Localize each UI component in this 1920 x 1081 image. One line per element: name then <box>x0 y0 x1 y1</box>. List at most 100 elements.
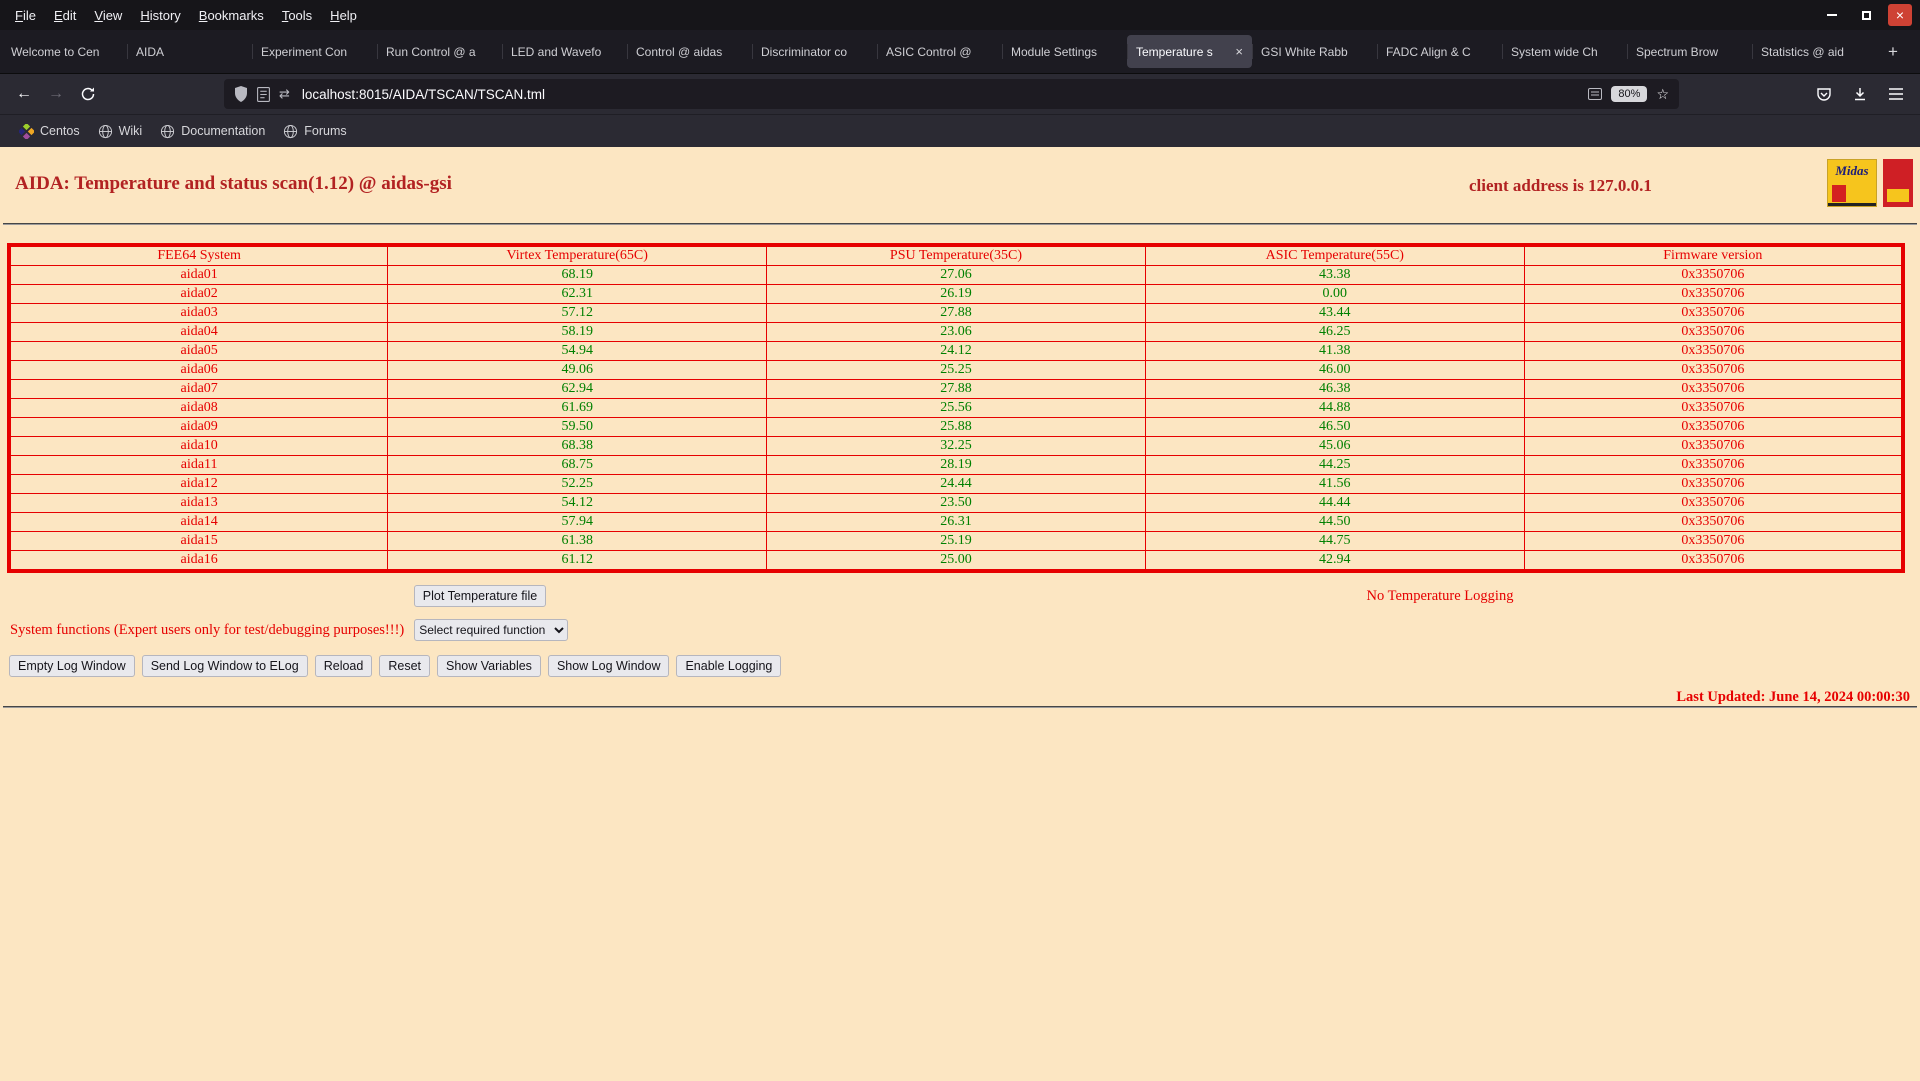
tab-label: ASIC Control @ <box>886 44 972 59</box>
virtex-cell: 62.31 <box>387 284 768 304</box>
column-header-psu-temperature-35c: PSU Temperature(35C) <box>766 244 1146 266</box>
virtex-cell: 57.12 <box>387 303 768 323</box>
menu-file[interactable]: File <box>6 8 45 23</box>
table-row-aida05: aida05 54.94 24.12 41.38 0x3350706 <box>8 341 1904 361</box>
firmware-cell: 0x3350706 <box>1523 512 1904 532</box>
menu-help[interactable]: Help <box>321 8 366 23</box>
tab-asic-control[interactable]: ASIC Control @ <box>877 35 1002 68</box>
downloads-icon[interactable] <box>1844 79 1876 109</box>
table-row-aida06: aida06 49.06 25.25 46.00 0x3350706 <box>8 360 1904 380</box>
zoom-level-button[interactable]: 80% <box>1611 86 1648 102</box>
logging-status: No Temperature Logging <box>1366 588 1514 604</box>
tab-discriminator-co[interactable]: Discriminator co <box>752 35 877 68</box>
system-cell: aida04 <box>8 322 389 342</box>
shield-icon[interactable] <box>234 86 248 102</box>
tab-experiment-con[interactable]: Experiment Con <box>252 35 377 68</box>
midas-logo-text: Midas <box>1835 163 1869 178</box>
plot-button-cell: Plot Temperature file <box>0 585 960 607</box>
tab-module-settings[interactable]: Module Settings <box>1002 35 1127 68</box>
firmware-cell: 0x3350706 <box>1523 284 1904 304</box>
page-title: AIDA: Temperature and status scan(1.12) … <box>15 173 452 194</box>
url-bar[interactable]: ⇄ localhost:8015/AIDA/TSCAN/TSCAN.tml 80… <box>224 79 1679 109</box>
bookmark-star-icon[interactable]: ☆ <box>1656 86 1669 103</box>
action-enable-logging-button[interactable]: Enable Logging <box>676 655 782 677</box>
url-text[interactable]: localhost:8015/AIDA/TSCAN/TSCAN.tml <box>302 87 1580 102</box>
virtex-cell: 68.19 <box>387 265 768 285</box>
action-empty-log-window-button[interactable]: Empty Log Window <box>9 655 135 677</box>
menu-bookmarks[interactable]: Bookmarks <box>190 8 273 23</box>
menu-view[interactable]: View <box>85 8 131 23</box>
back-button[interactable]: ← <box>8 79 40 109</box>
action-show-variables-button[interactable]: Show Variables <box>437 655 541 677</box>
bookmark-forums[interactable]: Forums <box>274 119 355 143</box>
forward-button[interactable]: → <box>40 79 72 109</box>
logos: Midas <box>1827 159 1913 207</box>
system-cell: aida16 <box>8 550 389 572</box>
tab-run-control-a[interactable]: Run Control @ a <box>377 35 502 68</box>
tab-welcome-to-cen[interactable]: Welcome to Cen <box>2 35 127 68</box>
psu-cell: 25.56 <box>766 398 1146 418</box>
asic-cell: 42.94 <box>1144 550 1525 572</box>
table-row-aida07: aida07 62.94 27.88 46.38 0x3350706 <box>8 379 1904 399</box>
menu-hamburger-icon[interactable] <box>1880 79 1912 109</box>
asic-cell: 44.88 <box>1144 398 1525 418</box>
swap-arrows-icon[interactable]: ⇄ <box>279 86 290 102</box>
close-button[interactable]: × <box>1888 4 1912 26</box>
action-send-log-window-to-elog-button[interactable]: Send Log Window to ELog <box>141 655 308 677</box>
tab-led-and-wavefo[interactable]: LED and Wavefo <box>502 35 627 68</box>
psu-cell: 25.19 <box>766 531 1146 551</box>
page-info-icon[interactable] <box>257 86 270 102</box>
firmware-cell: 0x3350706 <box>1523 341 1904 361</box>
action-reset-button[interactable]: Reset <box>379 655 430 677</box>
bookmark-wiki[interactable]: Wiki <box>89 119 152 143</box>
table-row-aida09: aida09 59.50 25.88 46.50 0x3350706 <box>8 417 1904 437</box>
tab-control-aidas[interactable]: Control @ aidas <box>627 35 752 68</box>
bookmark-centos[interactable]: Centos <box>10 119 89 143</box>
menu-history[interactable]: History <box>131 8 189 23</box>
firmware-cell: 0x3350706 <box>1523 455 1904 475</box>
function-select[interactable]: Select required function <box>414 619 569 641</box>
plot-temperature-button[interactable]: Plot Temperature file <box>413 585 547 607</box>
asic-cell: 41.56 <box>1144 474 1525 494</box>
midas-logo-accent <box>1832 185 1846 202</box>
minimize-button[interactable] <box>1820 4 1844 26</box>
globe-icon <box>283 124 298 139</box>
tab-gsi-white-rabb[interactable]: GSI White Rabb <box>1252 35 1377 68</box>
asic-cell: 44.75 <box>1144 531 1525 551</box>
reader-mode-icon[interactable] <box>1588 87 1603 101</box>
globe-icon <box>160 124 175 139</box>
asic-cell: 0.00 <box>1144 284 1525 304</box>
bookmark-documentation[interactable]: Documentation <box>151 119 274 143</box>
tab-fadc-align-c[interactable]: FADC Align & C <box>1377 35 1502 68</box>
tab-aida[interactable]: AIDA <box>127 35 252 68</box>
tab-close-icon[interactable]: × <box>1235 44 1243 59</box>
tab-temperature-s[interactable]: Temperature s × <box>1127 35 1252 68</box>
tab-spectrum-brow[interactable]: Spectrum Brow <box>1627 35 1752 68</box>
tab-statistics-aid[interactable]: Statistics @ aid <box>1752 35 1877 68</box>
tab-bar: Welcome to Cen AIDA Experiment Con Run Cont… <box>0 30 1920 74</box>
divider-bottom <box>3 706 1917 708</box>
new-tab-button[interactable]: + <box>1879 38 1907 66</box>
system-cell: aida10 <box>8 436 389 456</box>
tab-system-wide-ch[interactable]: System wide Ch <box>1502 35 1627 68</box>
tab-label: Discriminator co <box>761 44 848 59</box>
action-reload-button[interactable]: Reload <box>314 655 373 677</box>
tab-label: Control @ aidas <box>636 44 723 59</box>
virtex-cell: 68.38 <box>387 436 768 456</box>
pocket-icon[interactable] <box>1808 79 1840 109</box>
tab-label: Experiment Con <box>261 44 348 59</box>
system-cell: aida11 <box>8 455 389 475</box>
tab-label: Temperature s <box>1136 44 1213 59</box>
reload-button[interactable] <box>72 79 104 109</box>
bookmark-label: Centos <box>40 124 80 138</box>
table-row-aida11: aida11 68.75 28.19 44.25 0x3350706 <box>8 455 1904 475</box>
action-show-log-window-button[interactable]: Show Log Window <box>547 655 670 677</box>
maximize-button[interactable] <box>1854 4 1878 26</box>
reload-icon <box>81 87 95 101</box>
system-functions-row: System functions (Expert users only for … <box>10 619 1920 641</box>
menu-tools[interactable]: Tools <box>273 8 321 23</box>
bookmark-label: Wiki <box>118 124 143 138</box>
system-cell: aida09 <box>8 417 389 437</box>
menu-edit[interactable]: Edit <box>45 8 85 23</box>
navigation-toolbar: ← → ⇄ localhost:8015/AIDA/TSCAN/TSCAN.tm… <box>0 74 1920 114</box>
